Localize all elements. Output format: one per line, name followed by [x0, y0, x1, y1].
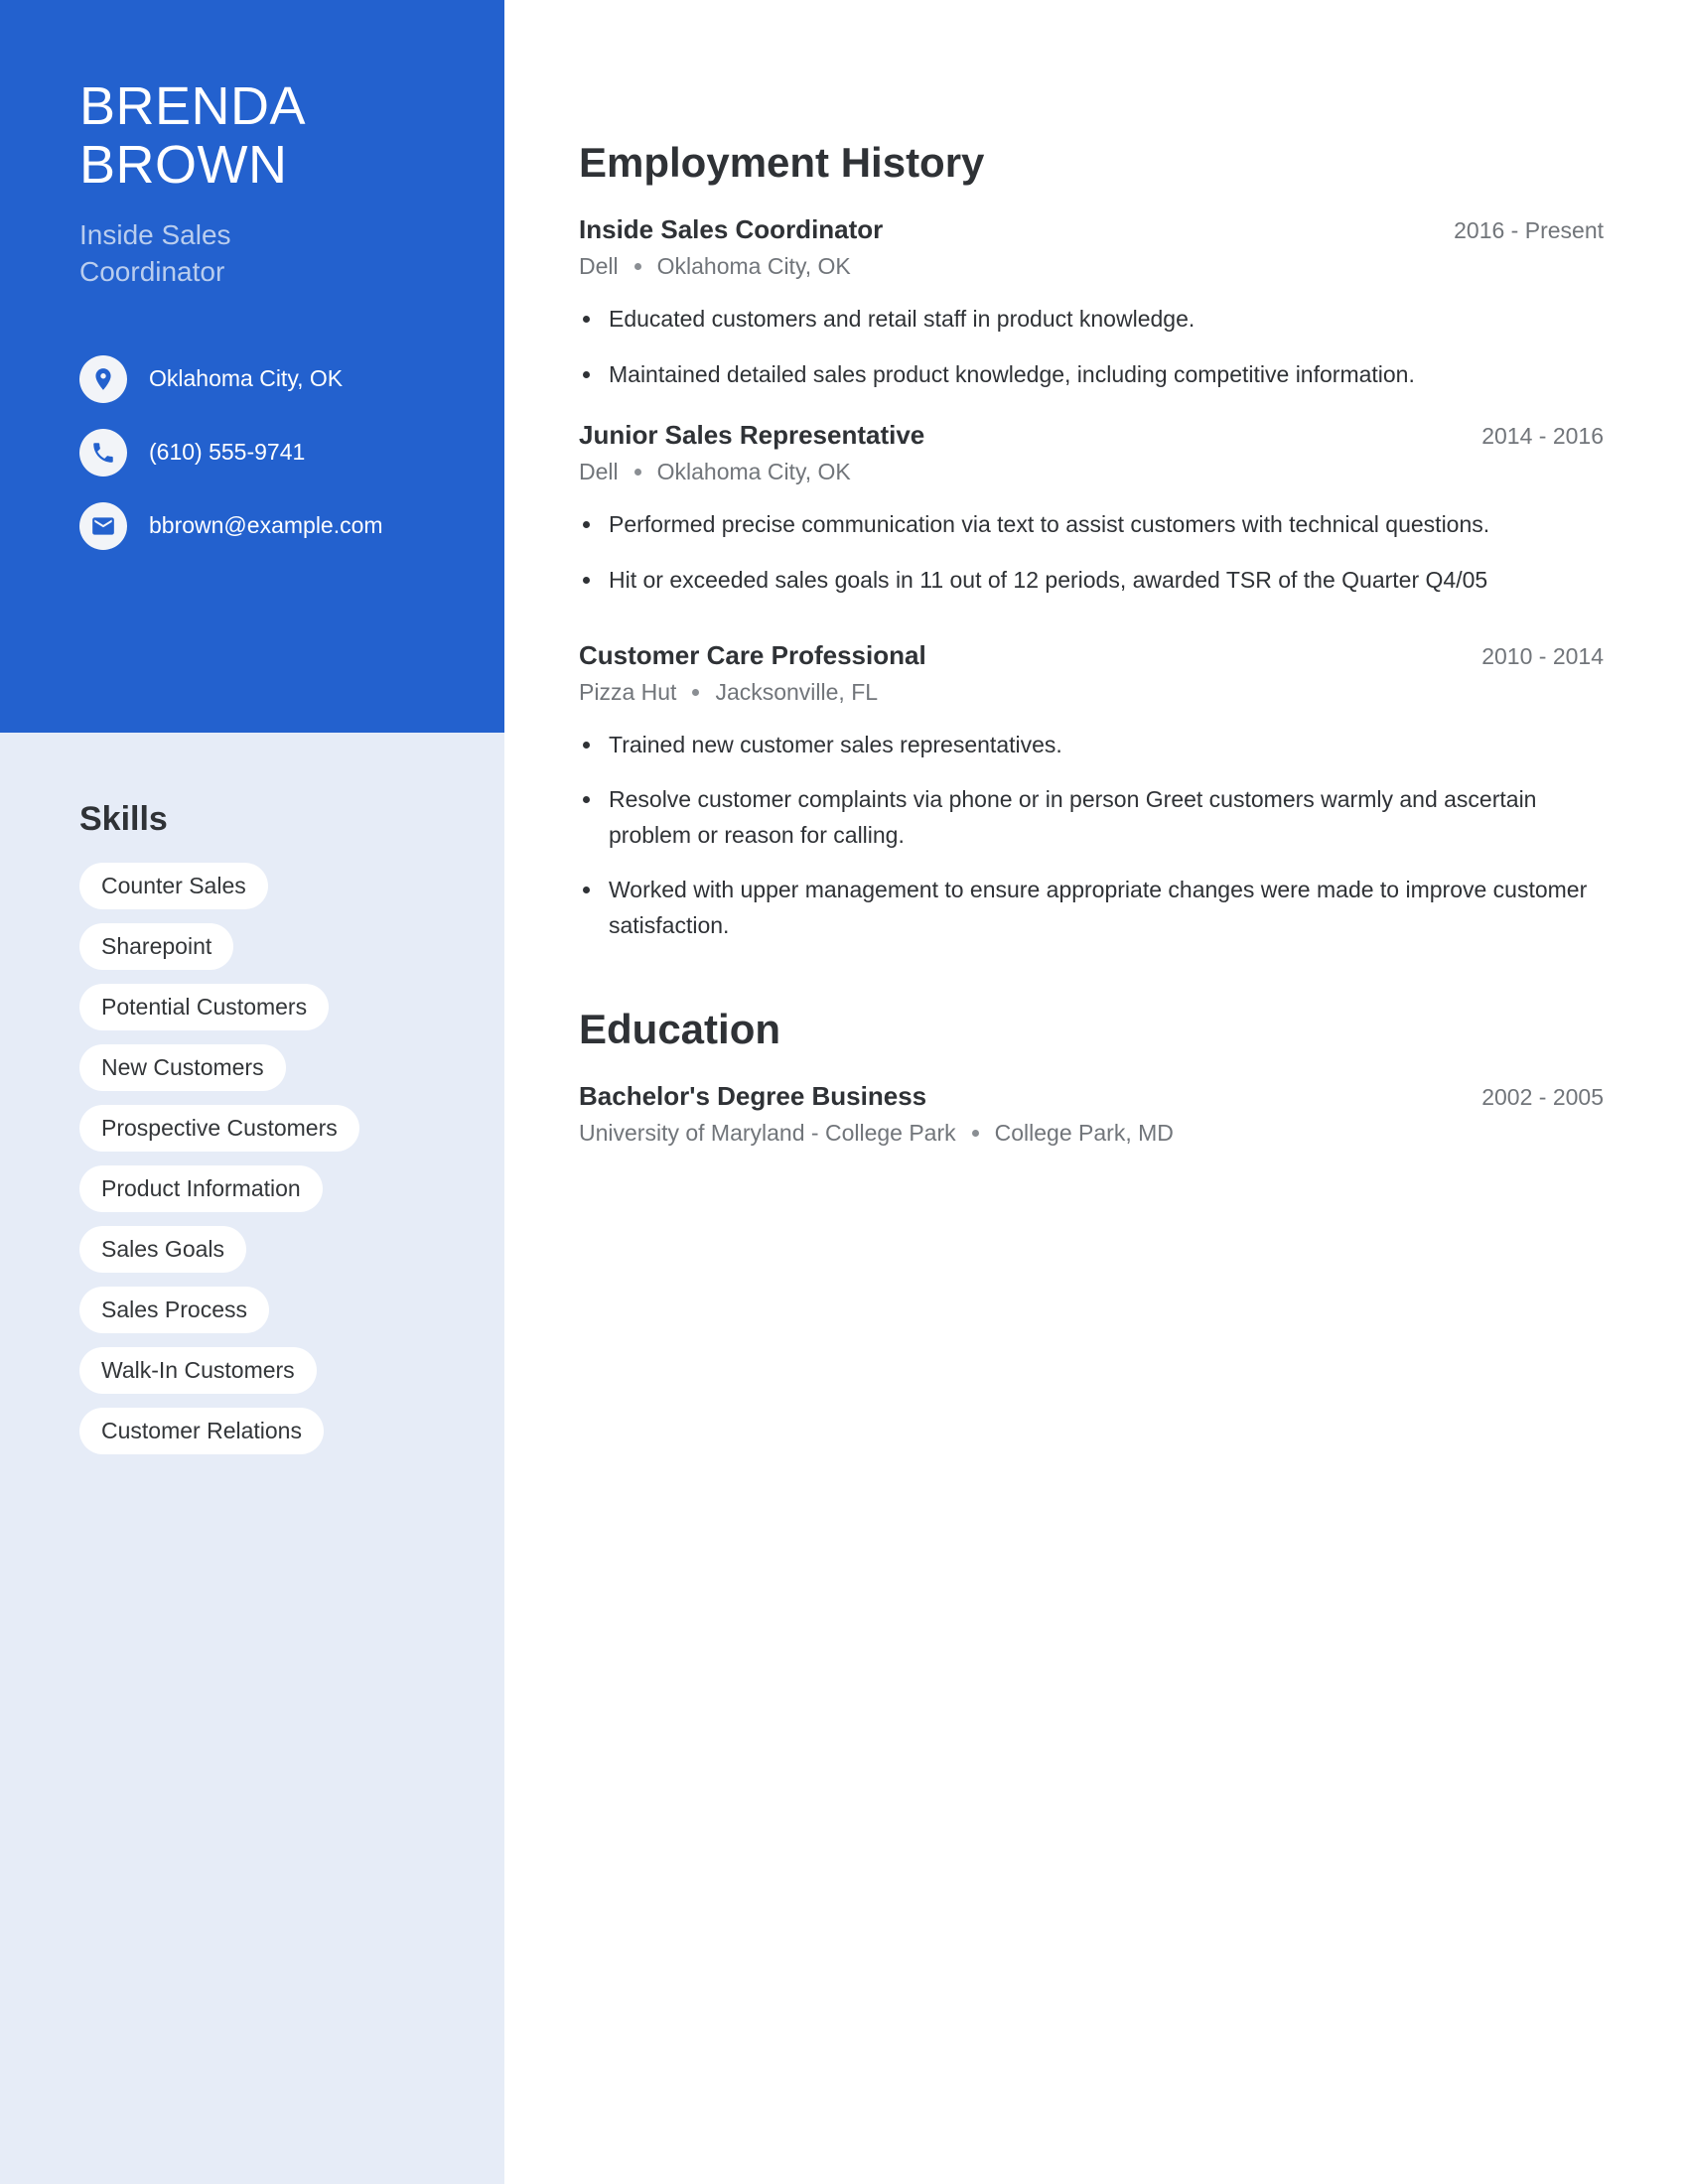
main-content: Employment History Inside Sales Coordina…	[504, 0, 1688, 2184]
bullet-item: Trained new customer sales representativ…	[579, 728, 1604, 763]
skill-pill[interactable]: Sales Goals	[79, 1226, 247, 1273]
bullet-separator-icon	[633, 469, 641, 477]
employment-entry-bullets: Educated customers and retail staff in p…	[579, 302, 1604, 392]
employment-entry-subtitle: Pizza Hut Jacksonville, FL	[579, 679, 1604, 706]
skill-list: Counter Sales Sharepoint Potential Custo…	[79, 863, 504, 1468]
education-entry-title: Bachelor's Degree Business	[579, 1080, 927, 1111]
contact-item-phone: (610) 555-9741	[79, 422, 504, 483]
employment-entry-date: 2016 - Present	[1454, 217, 1604, 243]
skill-pill[interactable]: Prospective Customers	[79, 1105, 359, 1152]
contact-email-text: bbrown@example.com	[149, 512, 383, 539]
sidebar-header: BRENDA BROWN Inside Sales Coordinator Ok…	[0, 0, 504, 733]
employment-entry-company: Dell	[579, 253, 619, 279]
education-entry-location: College Park, MD	[994, 1119, 1174, 1146]
candidate-last-name: BROWN	[79, 135, 288, 196]
employment-history-section: Employment History Inside Sales Coordina…	[579, 139, 1604, 944]
skill-pill[interactable]: Potential Customers	[79, 984, 330, 1030]
contact-item-email: bbrown@example.com	[79, 495, 504, 557]
education-entry-school: University of Maryland - College Park	[579, 1119, 956, 1146]
bullet-separator-icon	[971, 1129, 979, 1137]
bullet-separator-icon	[692, 688, 700, 696]
contact-list: Oklahoma City, OK (610) 555-9741 bbrown@…	[79, 348, 504, 557]
employment-entry: Customer Care Professional 2010 - 2014 P…	[579, 640, 1604, 944]
employment-entry-subtitle: Dell Oklahoma City, OK	[579, 459, 1604, 485]
candidate-job-title: Inside Sales Coordinator	[79, 218, 231, 287]
employment-entry-subtitle: Dell Oklahoma City, OK	[579, 253, 1604, 280]
education-entry-subtitle: University of Maryland - College Park Co…	[579, 1120, 1604, 1147]
education-entry-head: Bachelor's Degree Business 2002 - 2005	[579, 1081, 1604, 1112]
employment-entry-title: Customer Care Professional	[579, 639, 926, 670]
skill-pill[interactable]: New Customers	[79, 1044, 286, 1091]
bullet-item: Educated customers and retail staff in p…	[579, 302, 1604, 338]
bullet-item: Worked with upper management to ensure a…	[579, 873, 1604, 943]
education-heading: Education	[579, 1005, 781, 1052]
employment-entry-bullets: Performed precise communication via text…	[579, 507, 1604, 598]
employment-entry-date: 2010 - 2014	[1481, 642, 1604, 669]
skill-pill[interactable]: Product Information	[79, 1165, 323, 1212]
skill-pill[interactable]: Counter Sales	[79, 863, 268, 909]
bullet-item: Resolve customer complaints via phone or…	[579, 782, 1604, 853]
employment-entry-location: Oklahoma City, OK	[656, 459, 851, 485]
bullet-item: Performed precise communication via text…	[579, 507, 1604, 543]
bullet-separator-icon	[633, 263, 641, 270]
bullet-item: Maintained detailed sales product knowle…	[579, 357, 1604, 393]
education-entry: Bachelor's Degree Business 2002 - 2005 U…	[579, 1081, 1604, 1147]
resume-page: BRENDA BROWN Inside Sales Coordinator Ok…	[0, 0, 1688, 2184]
candidate-name: BRENDA BROWN	[79, 76, 504, 196]
contact-location-text: Oklahoma City, OK	[149, 365, 344, 392]
employment-entry-head: Inside Sales Coordinator 2016 - Present	[579, 214, 1604, 245]
contact-item-location: Oklahoma City, OK	[79, 348, 504, 410]
employment-entry: Junior Sales Representative 2014 - 2016 …	[579, 420, 1604, 598]
bullet-item: Hit or exceeded sales goals in 11 out of…	[579, 563, 1604, 599]
skill-pill[interactable]: Sharepoint	[79, 923, 234, 970]
skill-pill[interactable]: Sales Process	[79, 1287, 270, 1333]
employment-entry-head: Customer Care Professional 2010 - 2014	[579, 640, 1604, 671]
skills-heading: Skills	[79, 800, 168, 838]
employment-entry-title: Inside Sales Coordinator	[579, 214, 884, 244]
employment-history-heading: Employment History	[579, 139, 985, 186]
employment-entry-head: Junior Sales Representative 2014 - 2016	[579, 420, 1604, 451]
employment-entry-company: Pizza Hut	[579, 678, 677, 705]
contact-phone-text: (610) 555-9741	[149, 439, 306, 466]
location-pin-icon	[79, 354, 127, 403]
phone-icon	[79, 428, 127, 477]
skill-pill[interactable]: Customer Relations	[79, 1408, 324, 1454]
sidebar: BRENDA BROWN Inside Sales Coordinator Ok…	[0, 0, 504, 2184]
education-entry-date: 2002 - 2005	[1481, 1083, 1604, 1110]
candidate-first-name: BRENDA	[79, 76, 307, 136]
employment-entry-location: Jacksonville, FL	[715, 678, 879, 705]
employment-entry-location: Oklahoma City, OK	[656, 253, 851, 279]
employment-entry-date: 2014 - 2016	[1481, 423, 1604, 450]
skill-pill[interactable]: Walk-In Customers	[79, 1347, 317, 1394]
education-section: Education Bachelor's Degree Business 200…	[579, 1006, 1604, 1147]
email-icon	[79, 501, 127, 550]
employment-entry-title: Junior Sales Representative	[579, 420, 925, 451]
employment-entry-bullets: Trained new customer sales representativ…	[579, 728, 1604, 944]
employment-entry: Inside Sales Coordinator 2016 - Present …	[579, 214, 1604, 392]
employment-entry-company: Dell	[579, 459, 619, 485]
skills-section: Skills Counter Sales Sharepoint Potentia…	[0, 733, 504, 1468]
